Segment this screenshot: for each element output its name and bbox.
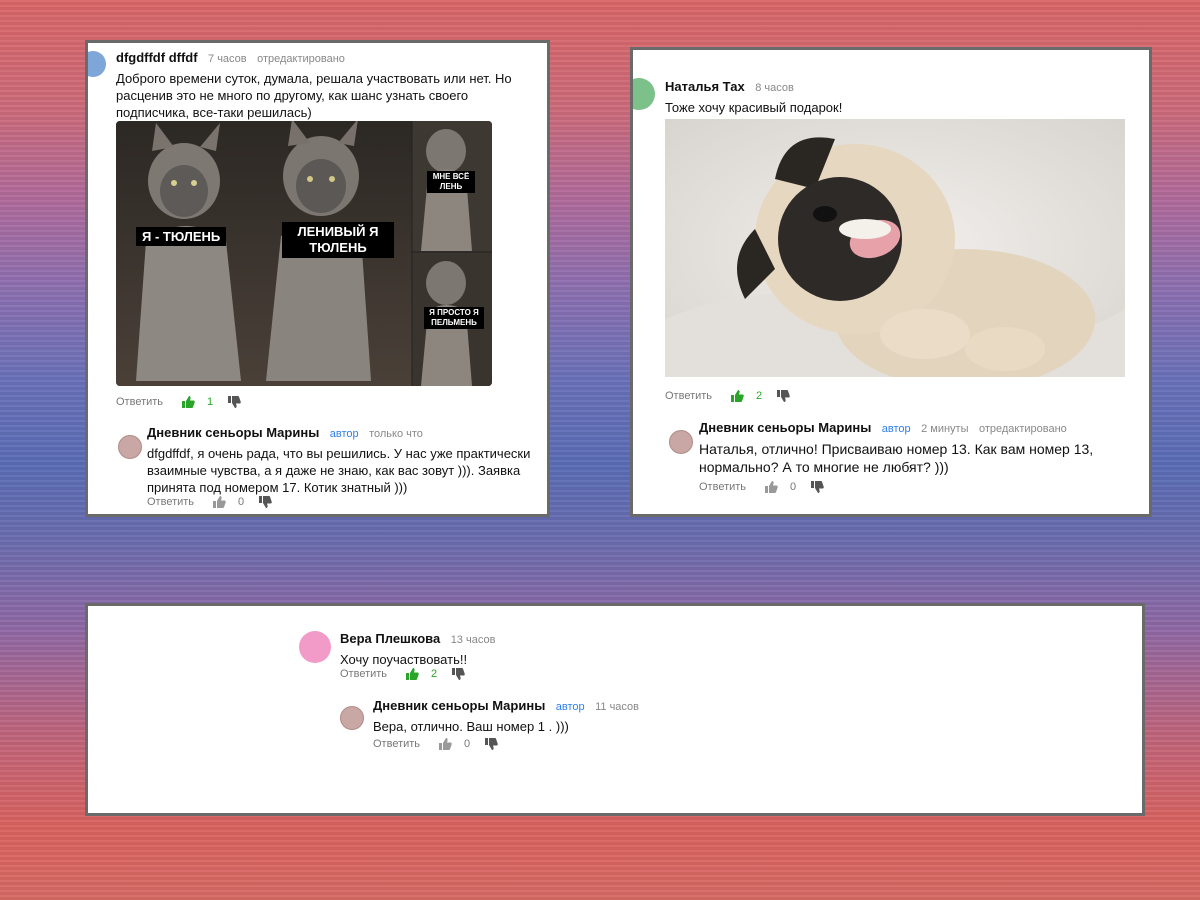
comment-image[interactable] bbox=[665, 119, 1125, 377]
author-badge: автор bbox=[329, 428, 359, 440]
reply-button[interactable]: Ответить bbox=[665, 390, 712, 402]
dislike-icon[interactable] bbox=[810, 480, 824, 494]
comment-author[interactable]: Вера Плешкова bbox=[340, 631, 440, 646]
comment: Вера Плешкова 13 часов Хочу поучаствоват… bbox=[340, 630, 840, 668]
reply-text: Наталья, отлично! Присваиваю номер 13. К… bbox=[699, 441, 1094, 475]
reply-author[interactable]: Дневник сеньоры Марины bbox=[699, 420, 871, 435]
like-count: 0 bbox=[464, 738, 471, 750]
like-count: 0 bbox=[790, 481, 797, 493]
author-badge: автор bbox=[881, 423, 911, 435]
like-icon[interactable] bbox=[730, 389, 744, 403]
comment-author[interactable]: dfgdffdf dffdf bbox=[116, 50, 198, 65]
reply-comment: Дневник сеньоры Марины автор только что … bbox=[147, 424, 532, 496]
like-count: 1 bbox=[207, 396, 214, 408]
edited-label: отредактировано bbox=[978, 423, 1067, 435]
reply-time: 2 минуты bbox=[921, 423, 969, 435]
comment-text: Хочу поучаствовать!! bbox=[340, 652, 468, 667]
comment: Наталья Тах 8 часов Тоже хочу красивый п… bbox=[665, 78, 1135, 116]
dislike-icon[interactable] bbox=[776, 389, 790, 403]
image-caption: ЛЕНИВЫЙ Я ТЮЛЕНЬ bbox=[282, 222, 394, 258]
edited-label: отредактировано bbox=[257, 53, 345, 65]
reply-author[interactable]: Дневник сеньоры Марины bbox=[373, 698, 545, 713]
dislike-icon[interactable] bbox=[258, 495, 272, 509]
image-caption: Я - ТЮЛЕНЬ bbox=[136, 227, 227, 246]
author-badge: автор bbox=[555, 701, 585, 713]
author-avatar[interactable] bbox=[340, 706, 364, 730]
comment-time: 8 часов bbox=[755, 82, 794, 94]
like-icon[interactable] bbox=[405, 667, 419, 681]
reply-button[interactable]: Ответить bbox=[699, 481, 746, 493]
reply-text: dfgdffdf, я очень рада, что вы решились.… bbox=[147, 446, 531, 495]
like-icon[interactable] bbox=[438, 737, 452, 751]
reply-text: Вера, отлично. Ваш номер 1 . ))) bbox=[373, 719, 569, 734]
author-avatar[interactable] bbox=[118, 435, 142, 459]
reply-button[interactable]: Ответить bbox=[340, 668, 387, 680]
reply-button[interactable]: Ответить bbox=[147, 496, 194, 508]
user-avatar[interactable] bbox=[299, 631, 331, 663]
reply-comment: Дневник сеньоры Марины автор 2 минуты от… bbox=[699, 419, 1129, 476]
author-avatar[interactable] bbox=[669, 430, 693, 454]
reply-actions: Ответить 0 bbox=[147, 495, 272, 509]
comment-actions: Ответить 1 bbox=[116, 395, 241, 409]
comment-panel-1: dfgdffdf dffdf 7 часов отредактировано Д… bbox=[85, 40, 550, 517]
comment-time: 13 часов bbox=[450, 634, 496, 646]
like-count: 0 bbox=[238, 496, 245, 508]
like-count: 2 bbox=[756, 390, 763, 402]
comment-panel-2: Наталья Тах 8 часов Тоже хочу красивый п… bbox=[630, 47, 1152, 517]
comment-actions: Ответить 2 bbox=[340, 667, 465, 681]
dislike-icon[interactable] bbox=[227, 395, 241, 409]
comment-author[interactable]: Наталья Тах bbox=[665, 79, 745, 94]
reply-comment: Дневник сеньоры Марины автор 11 часов Ве… bbox=[373, 697, 873, 735]
like-icon[interactable] bbox=[764, 480, 778, 494]
comment-image[interactable]: Я - ТЮЛЕНЬ ЛЕНИВЫЙ Я ТЮЛЕНЬ МНЕ ВСЁ ЛЕНЬ… bbox=[116, 121, 492, 386]
like-icon[interactable] bbox=[181, 395, 195, 409]
comment-time: 7 часов bbox=[208, 53, 247, 65]
reply-button[interactable]: Ответить bbox=[373, 738, 420, 750]
reply-time: 11 часов bbox=[595, 701, 640, 713]
reply-button[interactable]: Ответить bbox=[116, 396, 163, 408]
image-caption: МНЕ ВСЁ ЛЕНЬ bbox=[427, 171, 475, 193]
user-avatar[interactable] bbox=[88, 51, 106, 77]
dislike-icon[interactable] bbox=[451, 667, 465, 681]
like-icon[interactable] bbox=[212, 495, 226, 509]
like-count: 2 bbox=[431, 668, 438, 680]
dislike-icon[interactable] bbox=[484, 737, 498, 751]
image-caption: Я ПРОСТО Я ПЕЛЬМЕНЬ bbox=[424, 307, 484, 329]
comment-text: Доброго времени суток, думала, решала уч… bbox=[116, 71, 512, 120]
reply-author[interactable]: Дневник сеньоры Марины bbox=[147, 425, 319, 440]
comment: dfgdffdf dffdf 7 часов отредактировано Д… bbox=[116, 49, 541, 121]
comment-actions: Ответить 2 bbox=[665, 389, 790, 403]
reply-actions: Ответить 0 bbox=[373, 737, 498, 751]
comment-text: Тоже хочу красивый подарок! bbox=[665, 100, 843, 115]
comment-panel-3: Вера Плешкова 13 часов Хочу поучаствоват… bbox=[85, 603, 1145, 816]
user-avatar[interactable] bbox=[633, 78, 655, 110]
reply-actions: Ответить 0 bbox=[699, 480, 824, 494]
reply-time: только что bbox=[369, 428, 423, 440]
